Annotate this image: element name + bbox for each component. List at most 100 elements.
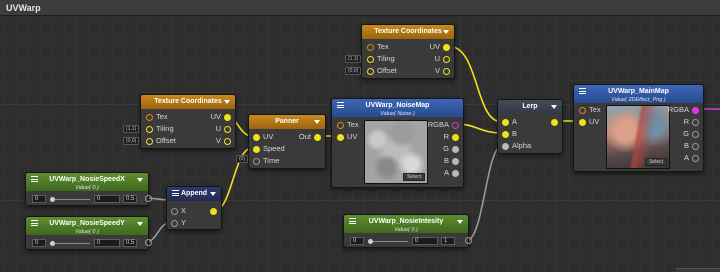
output-port-b[interactable] (452, 158, 459, 165)
node-header[interactable]: Texture Coordinates (141, 95, 235, 109)
output-port-u[interactable] (224, 126, 231, 133)
output-port-g[interactable] (692, 131, 699, 138)
input-port-offset[interactable] (367, 68, 374, 75)
input-port-a[interactable] (502, 119, 509, 126)
output-port-value[interactable] (145, 239, 152, 246)
intensity-property-node[interactable]: UVWarp_NosieIntesity Value( 0 ) 0 0 1 (343, 214, 472, 248)
output-port-a[interactable] (692, 155, 699, 162)
value-slider-knob[interactable] (50, 241, 55, 246)
value-slider-track[interactable] (368, 241, 408, 242)
speed-y-property-node[interactable]: UVWarp_NosieSpeedY Value( 0 ) 0 0 0.5 (25, 216, 152, 250)
input-port-tiling[interactable] (367, 56, 374, 63)
menu-icon[interactable] (349, 218, 356, 224)
node-header[interactable]: UVWarp_NosieSpeedY Value( 0 ) (26, 217, 148, 235)
output-port-value[interactable] (465, 237, 472, 244)
chevron-down-icon[interactable] (224, 100, 230, 104)
chevron-down-icon[interactable] (443, 30, 449, 34)
min-value-field[interactable]: 0 (32, 195, 46, 203)
menu-icon[interactable] (31, 220, 38, 226)
input-port-uv[interactable] (579, 119, 586, 126)
input-port-uv[interactable] (337, 134, 344, 141)
chevron-down-icon[interactable] (551, 105, 557, 109)
chevron-down-icon[interactable] (137, 222, 143, 226)
node-header[interactable]: UVWarp_NoiseMap Value( Noise ) (332, 99, 463, 117)
append-node[interactable]: Append X Y (166, 186, 222, 230)
value-slider-knob[interactable] (50, 197, 55, 202)
resize-handle[interactable] (676, 268, 720, 272)
max-value-field[interactable]: 0.5 (123, 239, 137, 247)
select-button[interactable]: Select (403, 173, 425, 181)
chevron-down-icon[interactable] (457, 220, 463, 224)
main-texture-preview[interactable]: Select (606, 105, 670, 169)
node-header[interactable]: UVWarp_NosieSpeedX Value( 0 ) (26, 173, 148, 191)
menu-icon[interactable] (31, 176, 38, 182)
input-port-tex[interactable] (579, 107, 586, 114)
output-port-value[interactable] (145, 195, 152, 202)
input-port-tex[interactable] (367, 44, 374, 51)
noise-map-texture-node[interactable]: UVWarp_NoiseMap Value( Noise ) Tex UV Se… (331, 98, 464, 188)
output-port-result[interactable] (551, 119, 558, 126)
input-port-tex[interactable] (337, 122, 344, 129)
value-slider-track[interactable] (50, 243, 90, 244)
output-port-rgba[interactable] (692, 107, 699, 114)
main-map-texture-node[interactable]: UVWarp_MainMap Value( 2DEffect_Png ) Tex… (573, 84, 704, 172)
value-field[interactable]: 0 (94, 195, 120, 203)
max-value-field[interactable]: 0.5 (123, 195, 137, 203)
input-port-time[interactable] (253, 158, 260, 165)
lerp-node[interactable]: Lerp A B Alpha (497, 99, 563, 154)
node-header[interactable]: Append (167, 187, 221, 201)
node-header[interactable]: UVWarp_MainMap Value( 2DEffect_Png ) (574, 85, 703, 103)
value-slider-track[interactable] (50, 199, 90, 200)
port-label: Tex (156, 112, 168, 121)
port-label: Offset (377, 66, 397, 75)
select-button[interactable]: Select (645, 158, 667, 166)
node-header[interactable]: Lerp (498, 100, 562, 114)
output-port-g[interactable] (452, 146, 459, 153)
texture-coordinates-node-left[interactable]: Texture Coordinates Tex Tiling Offset UV… (140, 94, 236, 149)
output-port-u[interactable] (443, 56, 450, 63)
chevron-down-icon[interactable] (137, 178, 143, 182)
value-field[interactable]: 0 (412, 237, 438, 245)
menu-icon[interactable] (172, 190, 179, 196)
input-port-offset[interactable] (146, 138, 153, 145)
port-label: RGBA (667, 105, 689, 114)
node-header[interactable]: UVWarp_NosieIntesity Value( 0 ) (344, 215, 468, 233)
output-port-r[interactable] (452, 134, 459, 141)
output-port-b[interactable] (692, 143, 699, 150)
node-title: UVWarp_NosieSpeedX (49, 176, 125, 183)
max-value-field[interactable]: 1 (441, 237, 455, 245)
output-port-v[interactable] (224, 138, 231, 145)
input-port-x[interactable] (171, 208, 178, 215)
port-label: R (443, 132, 449, 141)
min-value-field[interactable]: 0 (32, 239, 46, 247)
output-port-r[interactable] (692, 119, 699, 126)
output-port-rgba[interactable] (452, 122, 459, 129)
input-port-y[interactable] (171, 220, 178, 227)
node-title: UVWarp_NosieIntesity (368, 218, 444, 225)
node-header[interactable]: Panner (249, 115, 325, 129)
node-header[interactable]: Texture Coordinates (362, 25, 454, 39)
output-port-a[interactable] (452, 170, 459, 177)
output-port-uv[interactable] (443, 44, 450, 51)
chevron-down-icon[interactable] (314, 120, 320, 124)
menu-icon[interactable] (579, 88, 586, 94)
noise-texture-preview[interactable]: Select (364, 120, 428, 184)
input-port-b[interactable] (502, 131, 509, 138)
value-field[interactable]: 0 (94, 239, 120, 247)
output-port-uv[interactable] (224, 114, 231, 121)
texture-coordinates-node-top[interactable]: Texture Coordinates Tex Tiling Offset UV… (361, 24, 455, 79)
input-port-tiling[interactable] (146, 126, 153, 133)
input-port-speed[interactable] (253, 146, 260, 153)
panner-node[interactable]: Panner UV Speed Time Out (248, 114, 326, 169)
input-port-uv[interactable] (253, 134, 260, 141)
menu-icon[interactable] (337, 102, 344, 108)
input-port-tex[interactable] (146, 114, 153, 121)
output-port-v[interactable] (443, 68, 450, 75)
output-port-xy[interactable] (210, 208, 217, 215)
value-slider-knob[interactable] (368, 239, 373, 244)
min-value-field[interactable]: 0 (350, 237, 364, 245)
chevron-down-icon[interactable] (210, 192, 216, 196)
speed-x-property-node[interactable]: UVWarp_NosieSpeedX Value( 0 ) 0 0 0.5 (25, 172, 152, 206)
input-port-alpha[interactable] (502, 143, 509, 150)
output-port-out[interactable] (314, 134, 321, 141)
